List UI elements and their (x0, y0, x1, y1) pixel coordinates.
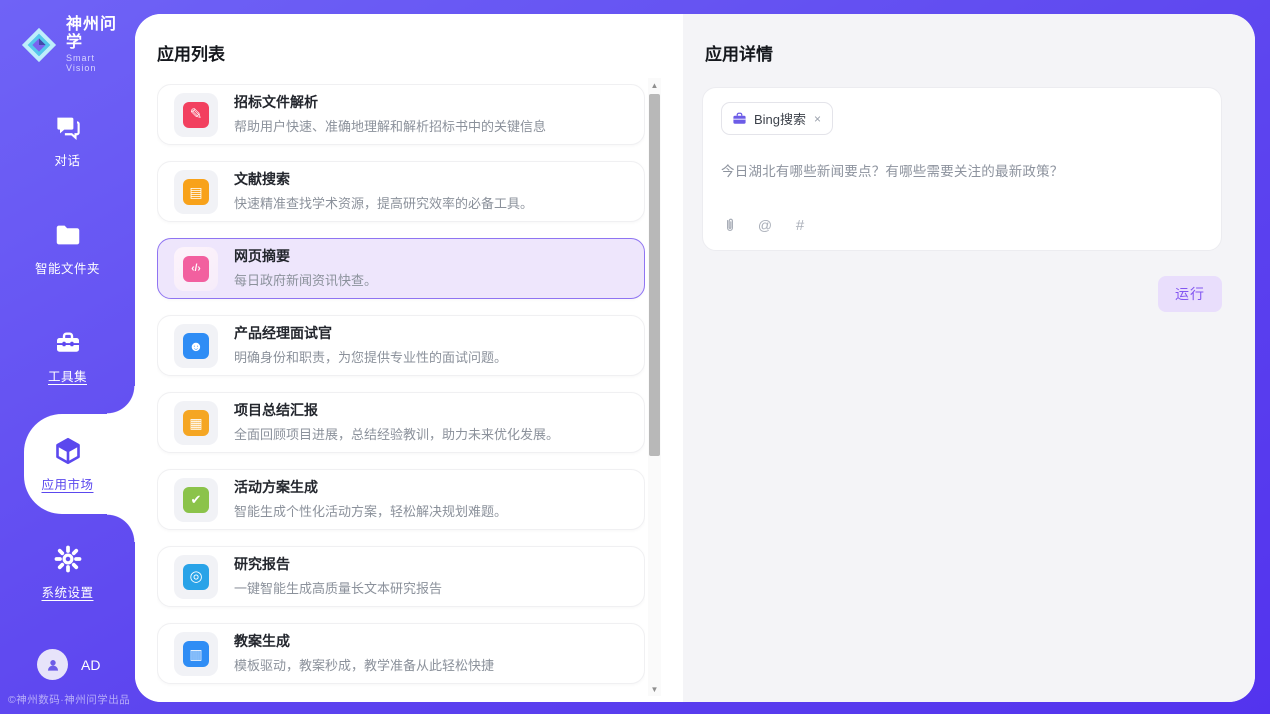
app-card[interactable]: 文献搜索 快速精准查找学术资源，提高研究效率的必备工具。 (157, 161, 645, 222)
app-card-title: 产品经理面试官 (234, 325, 507, 342)
prompt-input[interactable]: 今日湖北有哪些新闻要点？有哪些需要关注的最新政策？ (721, 160, 1203, 180)
brand-diamond-icon (20, 26, 58, 64)
research-icon (183, 564, 209, 590)
briefcase-icon (732, 111, 747, 126)
sidebar-item-gear[interactable]: 系统设置 (0, 529, 135, 615)
app-icon-tile (174, 555, 218, 599)
app-card-title: 文献搜索 (234, 171, 533, 188)
sidebar: 神州问学 Smart Vision 对话 智能文件夹 工具集 应用市场 系统设置 (0, 0, 135, 714)
copyright-footer: ©神州数码·神州问学出品 (8, 692, 130, 707)
mention-icon[interactable] (756, 216, 774, 234)
app-card-desc: 快速精准查找学术资源，提高研究效率的必备工具。 (234, 193, 533, 212)
app-card-desc: 每日政府新闻资讯快查。 (234, 270, 377, 289)
app-card-list: 招标文件解析 帮助用户快速、准确地理解和解析招标书中的关键信息 文献搜索 快速精… (157, 84, 645, 702)
close-icon[interactable]: × (813, 112, 822, 126)
tool-tag-label: Bing搜索 (754, 109, 806, 128)
web-icon (183, 256, 209, 282)
pen-icon (183, 102, 209, 128)
app-card[interactable]: 研究报告 一键智能生成高质量长文本研究报告 (157, 546, 645, 607)
app-card[interactable]: 项目总结汇报 全面回顾项目进展，总结经验教训，助力未来优化发展。 (157, 392, 645, 453)
app-card-title: 研究报告 (234, 556, 442, 573)
user-initials: AD (81, 657, 100, 673)
app-card-title: 项目总结汇报 (234, 402, 559, 419)
app-card[interactable]: 产品经理面试官 明确身份和职责，为您提供专业性的面试问题。 (157, 315, 645, 376)
clipboard-icon (183, 487, 209, 513)
app-card-desc: 智能生成个性化活动方案，轻松解决规划难题。 (234, 501, 507, 520)
brand-tagline: Smart Vision (66, 53, 127, 73)
toolbox-icon (53, 328, 83, 358)
app-card-title: 活动方案生成 (234, 479, 507, 496)
app-card[interactable]: 教案生成 模板驱动，教案秒成，教学准备从此轻松快捷 (157, 623, 645, 684)
sidebar-nav: 对话 智能文件夹 工具集 应用市场 系统设置 (0, 97, 135, 615)
app-card[interactable]: 招标文件解析 帮助用户快速、准确地理解和解析招标书中的关键信息 (157, 84, 645, 145)
app-card-desc: 模板驱动，教案秒成，教学准备从此轻松快捷 (234, 655, 494, 674)
app-card-title: 网页摘要 (234, 248, 377, 265)
app-root: 神州问学 Smart Vision 对话 智能文件夹 工具集 应用市场 系统设置 (0, 0, 1270, 714)
app-card-desc: 全面回顾项目进展，总结经验教训，助力未来优化发展。 (234, 424, 559, 443)
app-icon-tile (174, 401, 218, 445)
app-card-title: 招标文件解析 (234, 94, 546, 111)
scroll-down-icon[interactable]: ▼ (648, 682, 661, 696)
chat-icon (53, 112, 83, 142)
run-row: 运行 (702, 276, 1222, 312)
app-icon-tile (174, 478, 218, 522)
app-list-panel: 应用列表 招标文件解析 帮助用户快速、准确地理解和解析招标书中的关键信息 文献搜… (135, 14, 683, 702)
app-icon-tile (174, 632, 218, 676)
attachment-icon[interactable] (721, 216, 739, 234)
composer-toolbar (721, 216, 809, 234)
interview-icon (183, 333, 209, 359)
sidebar-item-cube[interactable]: 应用市场 (0, 421, 135, 507)
brand-logo: 神州问学 Smart Vision (0, 0, 135, 73)
app-icon-tile (174, 324, 218, 368)
tool-tag-bing-search[interactable]: Bing搜索 × (721, 102, 833, 135)
app-icon-tile (174, 170, 218, 214)
app-card[interactable]: 活动方案生成 智能生成个性化活动方案，轻松解决规划难题。 (157, 469, 645, 530)
app-card-desc: 明确身份和职责，为您提供专业性的面试问题。 (234, 347, 507, 366)
app-card-title: 教案生成 (234, 633, 494, 650)
hash-icon[interactable] (791, 216, 809, 234)
user-account[interactable]: AD (37, 649, 100, 680)
avatar (37, 649, 68, 680)
sidebar-item-folder[interactable]: 智能文件夹 (0, 205, 135, 291)
app-card-desc: 一键智能生成高质量长文本研究报告 (234, 578, 442, 597)
app-card-desc: 帮助用户快速、准确地理解和解析招标书中的关键信息 (234, 116, 546, 135)
gear-icon (53, 544, 83, 574)
sidebar-item-chat[interactable]: 对话 (0, 97, 135, 183)
person-icon (44, 656, 62, 674)
sidebar-item-label: 应用市场 (41, 474, 93, 493)
app-detail-title: 应用详情 (705, 40, 1222, 65)
book-icon (183, 179, 209, 205)
app-icon-tile (174, 93, 218, 137)
main-container: 应用列表 招标文件解析 帮助用户快速、准确地理解和解析招标书中的关键信息 文献搜… (135, 14, 1255, 702)
folder-icon (53, 220, 83, 250)
prompt-composer: Bing搜索 × 今日湖北有哪些新闻要点？有哪些需要关注的最新政策？ (702, 87, 1222, 251)
books-icon (183, 641, 209, 667)
scroll-up-icon[interactable]: ▲ (648, 78, 661, 92)
brand-name: 神州问学 (66, 16, 127, 51)
app-icon-tile (174, 247, 218, 291)
scrollbar-thumb[interactable] (649, 94, 660, 456)
app-card[interactable]: 网页摘要 每日政府新闻资讯快查。 (157, 238, 645, 299)
scrollbar: ▲ ▼ (648, 78, 661, 696)
sidebar-item-label: 对话 (54, 150, 80, 169)
cube-icon (53, 436, 83, 466)
run-button[interactable]: 运行 (1158, 276, 1222, 312)
note-icon (183, 410, 209, 436)
sidebar-item-label: 系统设置 (41, 582, 93, 601)
app-detail-panel: 应用详情 Bing搜索 × 今日湖北有哪些新闻要点？有哪些需要关注的最新政策？ (683, 14, 1255, 702)
app-list-title: 应用列表 (157, 40, 683, 65)
sidebar-item-label: 智能文件夹 (35, 258, 100, 277)
sidebar-item-label: 工具集 (48, 366, 87, 385)
